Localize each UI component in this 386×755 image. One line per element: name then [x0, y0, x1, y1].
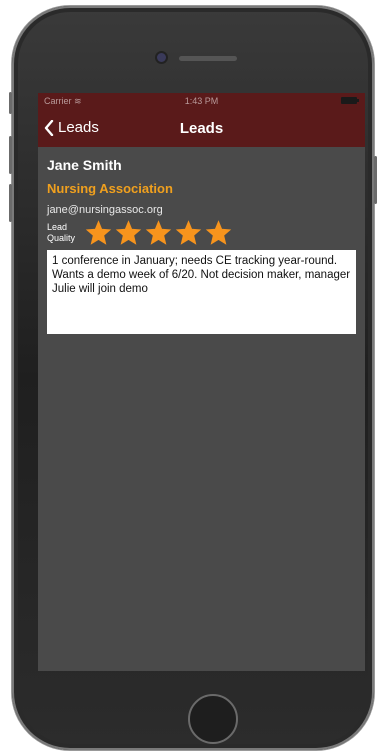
lead-quality-label-line2: Quality — [47, 233, 76, 243]
star-icon[interactable] — [205, 220, 232, 246]
mute-switch — [9, 92, 12, 114]
status-time: 1:43 PM — [184, 96, 219, 106]
lead-quality-label: Lead Quality — [47, 222, 85, 244]
chevron-left-icon — [44, 119, 54, 136]
app-screen: Carrier ≋ 1:43 PM Leads Leads Jane Smith… — [38, 93, 365, 671]
lead-email[interactable]: jane@nursingassoc.org — [47, 204, 356, 216]
battery-icon — [341, 97, 359, 104]
volume-up-button — [9, 136, 12, 174]
home-button[interactable] — [188, 694, 238, 744]
lead-quality-label-line1: Lead — [47, 222, 68, 232]
lead-quality-stars[interactable] — [85, 220, 235, 246]
earpiece-speaker — [179, 56, 237, 61]
lead-notes-textarea[interactable]: 1 conference in January; needs CE tracki… — [47, 250, 356, 334]
lead-organization: Nursing Association — [47, 181, 173, 196]
lead-name: Jane Smith — [47, 157, 122, 173]
star-icon[interactable] — [115, 220, 142, 246]
lead-detail: Jane Smith Nursing Association jane@nurs… — [47, 157, 356, 334]
star-icon[interactable] — [145, 220, 172, 246]
back-button[interactable]: Leads — [44, 119, 99, 136]
lead-quality-row: Lead Quality — [47, 220, 356, 246]
power-button — [374, 156, 377, 204]
volume-down-button — [9, 184, 12, 222]
navigation-bar: Leads Leads — [38, 109, 365, 147]
star-icon[interactable] — [85, 220, 112, 246]
status-bar: Carrier ≋ 1:43 PM — [38, 93, 365, 109]
back-button-label: Leads — [58, 119, 99, 136]
front-camera — [157, 53, 166, 62]
star-icon[interactable] — [175, 220, 202, 246]
